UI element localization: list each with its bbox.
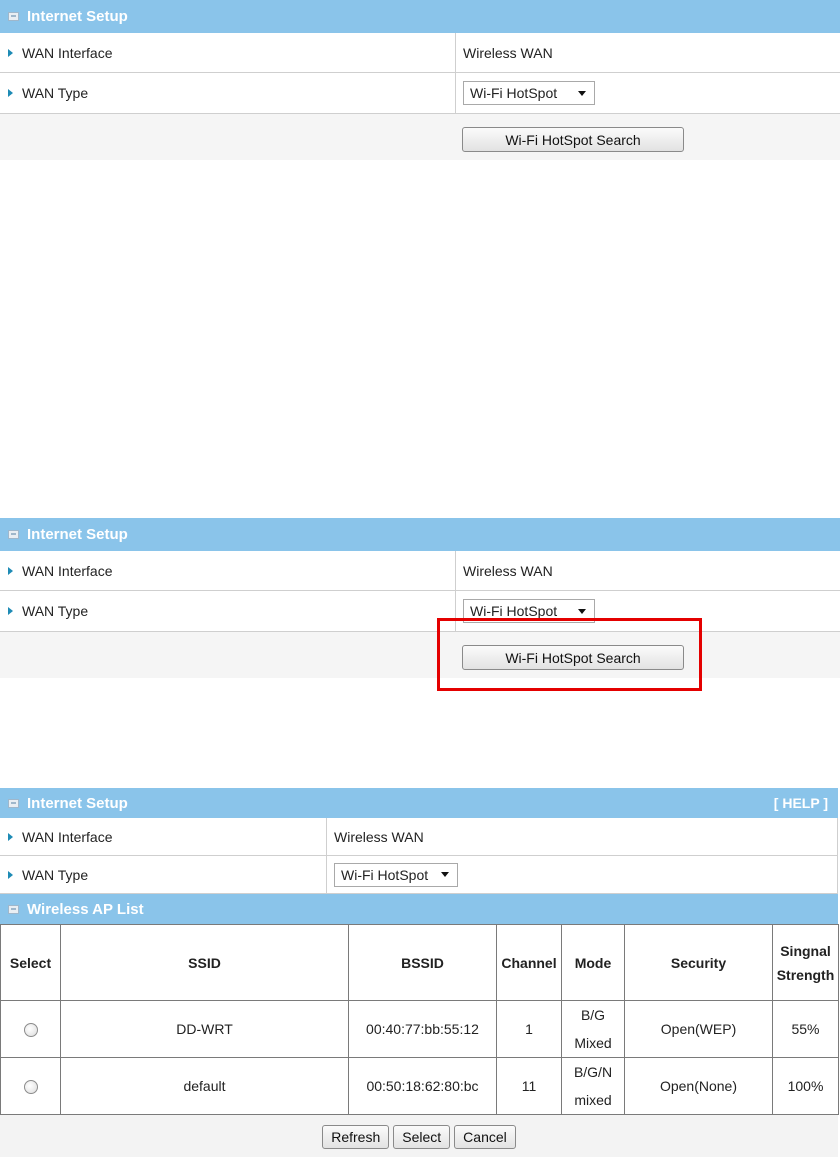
bullet-arrow-icon bbox=[8, 48, 13, 57]
panel-title: Internet Setup bbox=[27, 794, 128, 812]
wan-type-selected: Wi-Fi HotSpot bbox=[341, 866, 429, 883]
wan-type-label: WAN Type bbox=[22, 603, 89, 619]
wan-interface-label: WAN Interface bbox=[22, 562, 113, 579]
ssid-cell: DD-WRT bbox=[60, 1000, 349, 1058]
wan-type-selected: Wi-Fi HotSpot bbox=[470, 85, 558, 101]
wan-type-select[interactable]: Wi-Fi HotSpot bbox=[334, 862, 458, 887]
wan-type-label: WAN Type bbox=[22, 866, 89, 883]
ap-list-header: Wireless AP List bbox=[0, 894, 838, 924]
chevron-down-icon bbox=[578, 608, 586, 614]
chevron-down-icon bbox=[441, 872, 449, 877]
ap-list-title: Wireless AP List bbox=[27, 900, 144, 918]
table-row: DD-WRT 00:40:77:bb:55:12 1 B/G Mixed Ope… bbox=[0, 1000, 839, 1058]
mode-line2: Mixed bbox=[574, 1035, 612, 1051]
col-channel: Channel bbox=[496, 924, 562, 1001]
wan-interface-label: WAN Interface bbox=[22, 828, 113, 845]
wan-type-row: WAN Type Wi-Fi HotSpot bbox=[0, 73, 840, 114]
signal-cell: 55% bbox=[772, 1000, 839, 1058]
ap-list-table: Select SSID BSSID Channel Mode Security … bbox=[0, 924, 839, 1115]
bssid-cell: 00:40:77:bb:55:12 bbox=[348, 1000, 497, 1058]
chevron-down-icon bbox=[578, 90, 586, 96]
wan-type-row: WAN Type Wi-Fi HotSpot bbox=[0, 591, 840, 632]
wan-interface-row: WAN Interface Wireless WAN bbox=[0, 551, 840, 591]
wan-interface-value: Wireless WAN bbox=[334, 828, 424, 845]
internet-setup-panel-3: Internet Setup [ HELP ] WAN Interface Wi… bbox=[0, 788, 839, 1115]
wan-interface-label: WAN Interface bbox=[22, 44, 113, 61]
wan-interface-row: WAN Interface Wireless WAN bbox=[0, 818, 838, 856]
wifi-hotspot-search-button[interactable]: Wi-Fi HotSpot Search bbox=[462, 127, 684, 152]
window-icon bbox=[8, 12, 19, 21]
bullet-arrow-icon bbox=[8, 89, 13, 97]
mode-line1: B/G bbox=[580, 1007, 606, 1023]
mode-cell: B/G Mixed bbox=[561, 1000, 625, 1058]
security-cell: Open(WEP) bbox=[624, 1000, 773, 1058]
window-icon bbox=[8, 530, 19, 539]
mode-line1: B/G/N bbox=[573, 1064, 613, 1080]
search-button-area: Wi-Fi HotSpot Search bbox=[0, 632, 840, 678]
panel-header: Internet Setup bbox=[0, 0, 840, 33]
security-cell: Open(None) bbox=[624, 1057, 773, 1115]
wan-type-selected: Wi-Fi HotSpot bbox=[470, 603, 558, 619]
wan-interface-value: Wireless WAN bbox=[463, 44, 553, 61]
col-ssid: SSID bbox=[60, 924, 349, 1001]
internet-setup-panel-1: Internet Setup WAN Interface Wireless WA… bbox=[0, 0, 840, 160]
panel-title: Internet Setup bbox=[27, 8, 128, 25]
signal-cell: 100% bbox=[772, 1057, 839, 1115]
help-link[interactable]: [ HELP ] bbox=[774, 788, 828, 818]
ap-select-radio[interactable] bbox=[23, 1023, 38, 1038]
ssid-cell: default bbox=[60, 1057, 349, 1115]
channel-cell: 11 bbox=[496, 1057, 562, 1115]
table-header-row: Select SSID BSSID Channel Mode Security … bbox=[0, 924, 839, 1001]
window-icon bbox=[8, 798, 19, 808]
mode-line2: mixed bbox=[574, 1092, 612, 1108]
mode-cell: B/G/N mixed bbox=[561, 1057, 625, 1115]
ap-select-radio[interactable] bbox=[23, 1080, 38, 1095]
select-button[interactable]: Select bbox=[393, 1125, 451, 1149]
search-button-area: Wi-Fi HotSpot Search bbox=[0, 114, 840, 160]
bullet-arrow-icon bbox=[8, 832, 13, 841]
panel-header: Internet Setup bbox=[0, 518, 840, 551]
cancel-button[interactable]: Cancel bbox=[454, 1125, 516, 1149]
bssid-cell: 00:50:18:62:80:bc bbox=[348, 1057, 497, 1115]
internet-setup-panel-2: Internet Setup WAN Interface Wireless WA… bbox=[0, 518, 840, 678]
bullet-arrow-icon bbox=[8, 607, 13, 615]
highlight-box bbox=[437, 618, 702, 691]
wan-type-select[interactable]: Wi-Fi HotSpot bbox=[463, 81, 595, 105]
col-mode: Mode bbox=[561, 924, 625, 1001]
wan-interface-value: Wireless WAN bbox=[463, 562, 553, 579]
window-icon bbox=[8, 904, 19, 914]
wan-type-row: WAN Type Wi-Fi HotSpot bbox=[0, 856, 838, 894]
wan-type-label: WAN Type bbox=[22, 85, 89, 101]
col-select: Select bbox=[0, 924, 61, 1001]
col-bssid: BSSID bbox=[348, 924, 497, 1001]
panel-header: Internet Setup [ HELP ] bbox=[0, 788, 838, 818]
col-signal: Singnal Strength bbox=[772, 924, 839, 1001]
bullet-arrow-icon bbox=[8, 870, 13, 879]
wan-interface-row: WAN Interface Wireless WAN bbox=[0, 33, 840, 73]
table-row: default 00:50:18:62:80:bc 11 B/G/N mixed… bbox=[0, 1057, 839, 1115]
refresh-button[interactable]: Refresh bbox=[322, 1125, 390, 1149]
bullet-arrow-icon bbox=[8, 566, 13, 575]
col-security: Security bbox=[624, 924, 773, 1001]
col-signal-line2: Strength bbox=[776, 966, 835, 983]
ap-list-button-bar: Refresh Select Cancel bbox=[0, 1115, 838, 1157]
channel-cell: 1 bbox=[496, 1000, 562, 1058]
panel-title: Internet Setup bbox=[27, 526, 128, 543]
col-signal-line1: Singnal bbox=[780, 942, 831, 959]
